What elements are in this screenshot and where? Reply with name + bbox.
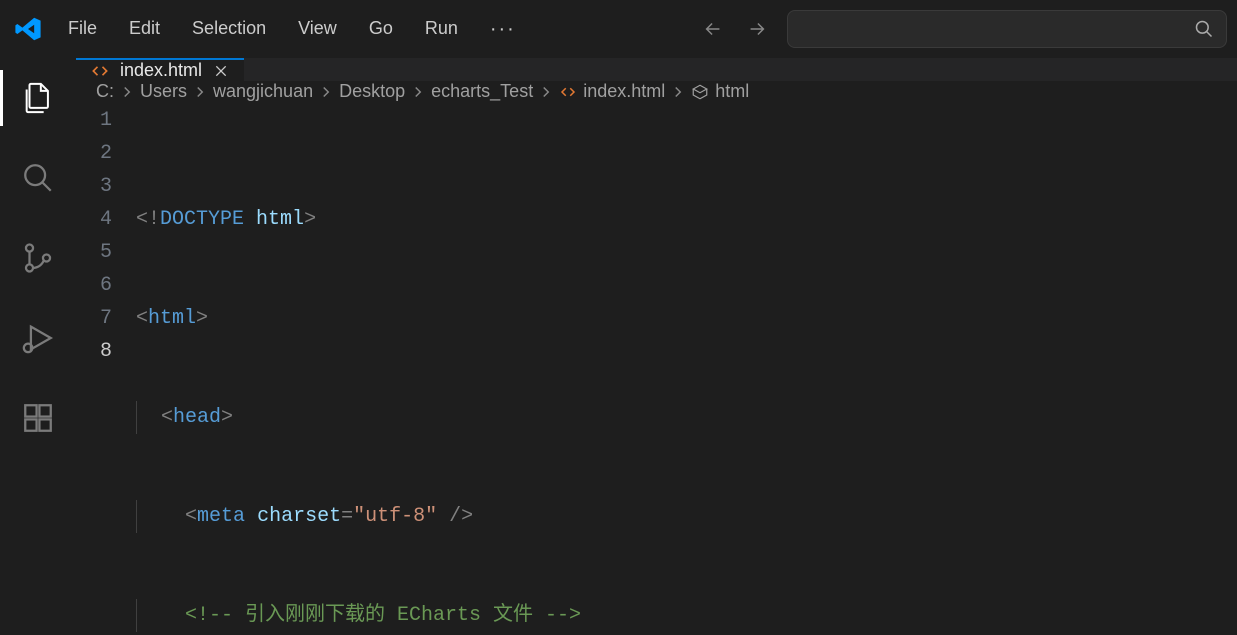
tab-index-html[interactable]: index.html bbox=[76, 58, 244, 81]
activity-search[interactable] bbox=[10, 150, 66, 206]
search-icon bbox=[1194, 19, 1214, 39]
menu-bar: File Edit Selection View Go Run ··· bbox=[52, 12, 532, 47]
breadcrumb-label: index.html bbox=[583, 81, 665, 102]
menu-run[interactable]: Run bbox=[409, 12, 474, 47]
line-number: 2 bbox=[76, 137, 112, 170]
line-number-gutter: 1 2 3 4 5 6 7 8 bbox=[76, 102, 136, 635]
line-number: 8 bbox=[76, 335, 112, 368]
code-editor[interactable]: 1 2 3 4 5 6 7 8 <!DOCTYPE html> <html> <… bbox=[76, 102, 1237, 635]
breadcrumbs[interactable]: C: Users wangjichuan Desktop echarts_Tes… bbox=[76, 81, 1237, 102]
breadcrumb-item[interactable]: wangjichuan bbox=[213, 81, 313, 102]
vscode-logo bbox=[8, 15, 48, 43]
tab-close-button[interactable] bbox=[212, 62, 230, 80]
editor-area: index.html C: Users wangjichuan Desktop … bbox=[76, 58, 1237, 635]
tab-title: index.html bbox=[120, 60, 202, 81]
menu-more-icon[interactable]: ··· bbox=[474, 12, 532, 47]
html-file-icon bbox=[90, 61, 110, 81]
activity-bar bbox=[0, 58, 76, 635]
symbol-icon bbox=[691, 83, 709, 101]
current-line-highlight bbox=[136, 335, 1237, 368]
source-control-icon bbox=[21, 241, 55, 275]
breadcrumb-item[interactable]: index.html bbox=[559, 81, 665, 102]
activity-extensions[interactable] bbox=[10, 390, 66, 446]
nav-back-button[interactable] bbox=[695, 11, 731, 47]
chevron-right-icon bbox=[191, 81, 209, 102]
menu-selection[interactable]: Selection bbox=[176, 12, 282, 47]
menu-edit[interactable]: Edit bbox=[113, 12, 176, 47]
chevron-right-icon bbox=[409, 81, 427, 102]
menu-file[interactable]: File bbox=[52, 12, 113, 47]
run-debug-icon bbox=[21, 321, 55, 355]
close-icon bbox=[213, 63, 229, 79]
line-number: 6 bbox=[76, 269, 112, 302]
breadcrumb-item[interactable]: C: bbox=[96, 81, 114, 102]
breadcrumb-item[interactable]: echarts_Test bbox=[431, 81, 533, 102]
nav-arrows bbox=[695, 11, 775, 47]
html-file-icon bbox=[559, 83, 577, 101]
main-area: index.html C: Users wangjichuan Desktop … bbox=[0, 58, 1237, 635]
chevron-right-icon bbox=[118, 81, 136, 102]
breadcrumb-label: html bbox=[715, 81, 749, 102]
title-bar: File Edit Selection View Go Run ··· bbox=[0, 0, 1237, 58]
menu-go[interactable]: Go bbox=[353, 12, 409, 47]
activity-source-control[interactable] bbox=[10, 230, 66, 286]
code-lines[interactable]: <!DOCTYPE html> <html> <head> <meta char… bbox=[136, 102, 1237, 635]
line-number: 5 bbox=[76, 236, 112, 269]
activity-explorer[interactable] bbox=[10, 70, 66, 126]
search-icon bbox=[21, 161, 55, 195]
nav-forward-button[interactable] bbox=[739, 11, 775, 47]
line-number: 1 bbox=[76, 104, 112, 137]
breadcrumb-item[interactable]: Desktop bbox=[339, 81, 405, 102]
files-icon bbox=[21, 81, 55, 115]
chevron-right-icon bbox=[669, 81, 687, 102]
editor-tabs: index.html bbox=[76, 58, 1237, 81]
activity-run-debug[interactable] bbox=[10, 310, 66, 366]
breadcrumb-item[interactable]: html bbox=[691, 81, 749, 102]
line-number: 4 bbox=[76, 203, 112, 236]
search-input[interactable] bbox=[787, 10, 1227, 48]
extensions-icon bbox=[21, 401, 55, 435]
breadcrumb-item[interactable]: Users bbox=[140, 81, 187, 102]
menu-view[interactable]: View bbox=[282, 12, 353, 47]
line-number: 3 bbox=[76, 170, 112, 203]
line-number: 7 bbox=[76, 302, 112, 335]
chevron-right-icon bbox=[317, 81, 335, 102]
chevron-right-icon bbox=[537, 81, 555, 102]
